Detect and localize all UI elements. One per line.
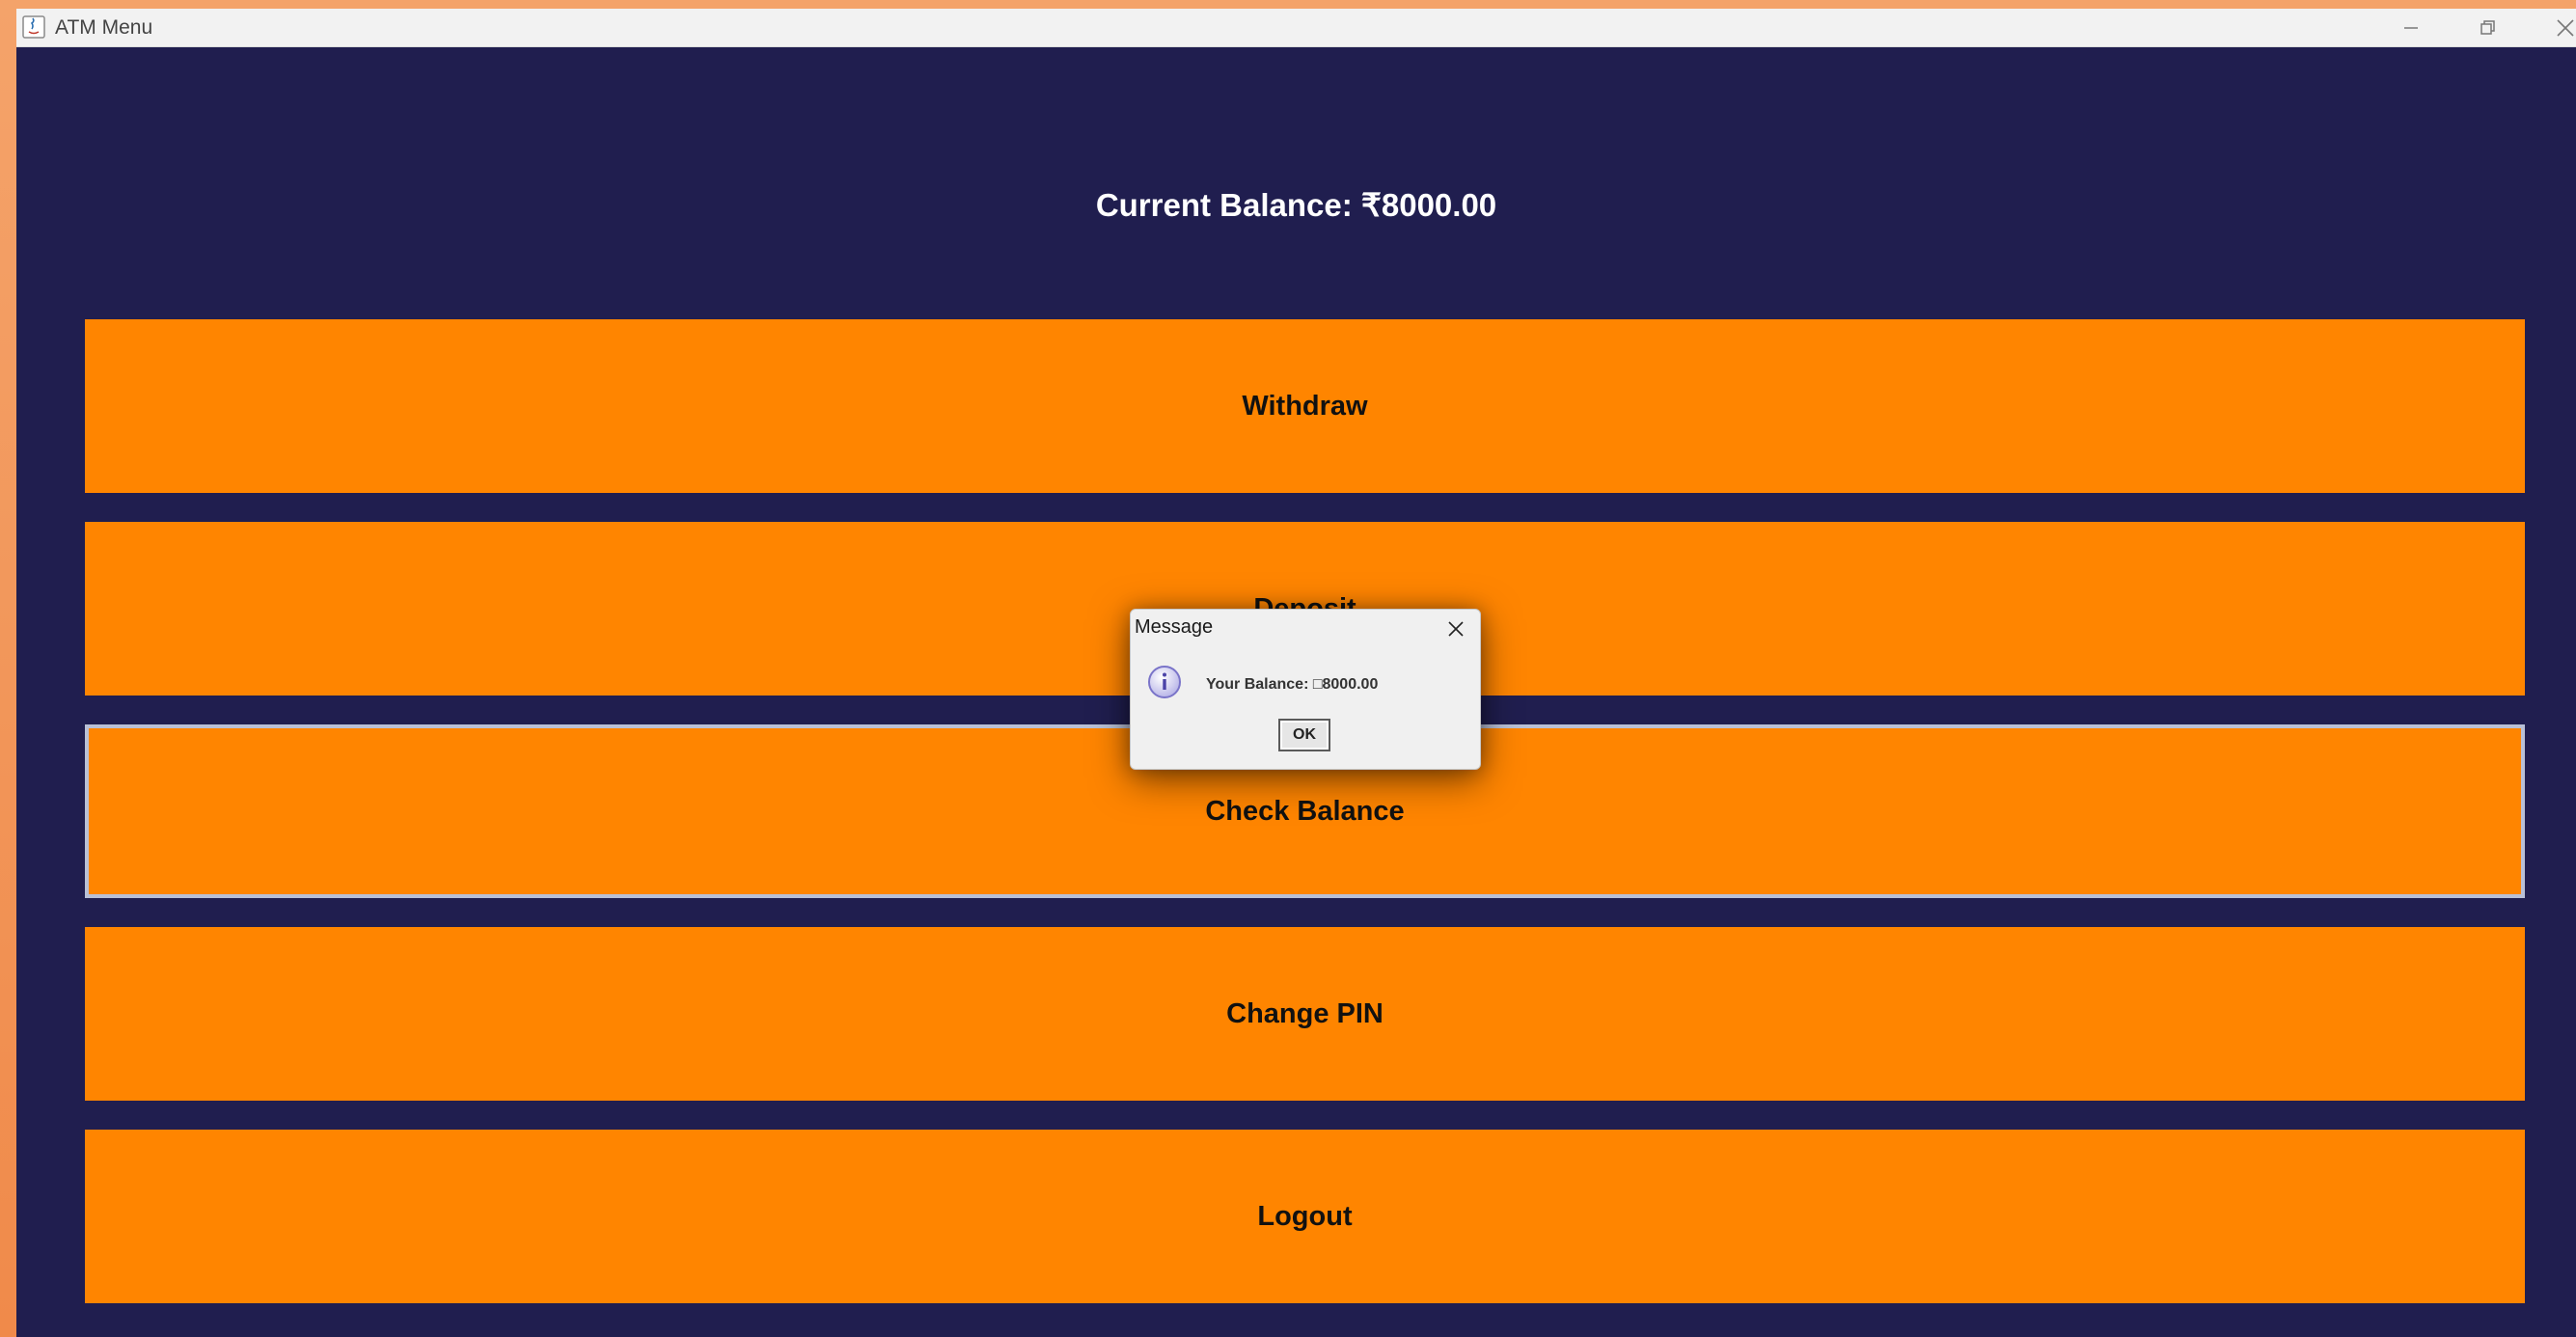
java-app-icon <box>22 15 45 39</box>
message-dialog: Message Your Balance: □8000.00 OK <box>1130 609 1481 770</box>
window-title: ATM Menu <box>55 16 153 39</box>
logout-button[interactable]: Logout <box>85 1130 2525 1303</box>
close-icon <box>2557 18 2574 37</box>
close-icon[interactable] <box>1445 618 1466 640</box>
dialog-message: Your Balance: □8000.00 <box>1206 676 1379 693</box>
restore-button[interactable] <box>2453 9 2523 46</box>
ok-button[interactable]: OK <box>1278 719 1330 751</box>
close-window-button[interactable] <box>2531 9 2576 46</box>
info-icon <box>1148 666 1181 698</box>
title-bar[interactable]: ATM Menu <box>16 9 2576 47</box>
withdraw-button[interactable]: Withdraw <box>85 319 2525 493</box>
atm-window: ATM Menu Current Balance: ₹8000.00 Withd… <box>16 9 2576 1337</box>
restore-icon <box>2480 19 2495 35</box>
change-pin-button[interactable]: Change PIN <box>85 927 2525 1101</box>
minimize-button[interactable] <box>2376 9 2446 46</box>
current-balance-label: Current Balance: ₹8000.00 <box>1095 187 1497 223</box>
minimize-icon <box>2404 26 2418 29</box>
dialog-title: Message <box>1135 616 1214 638</box>
